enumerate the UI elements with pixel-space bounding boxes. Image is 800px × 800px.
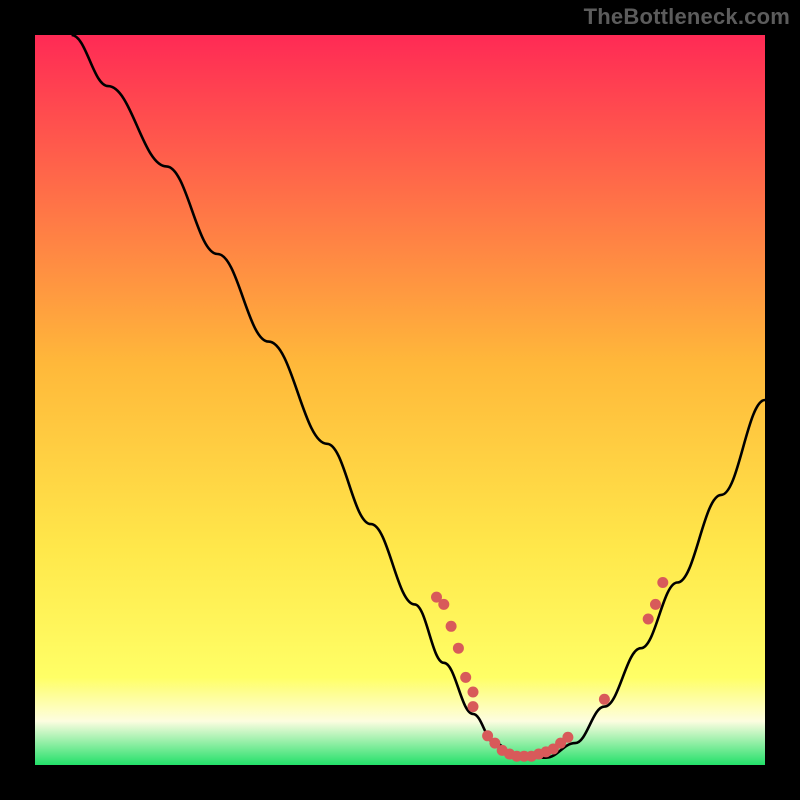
- data-point: [468, 687, 479, 698]
- plot-svg: [35, 35, 765, 765]
- data-point: [650, 599, 661, 610]
- data-point: [453, 643, 464, 654]
- watermark-text: TheBottleneck.com: [584, 4, 790, 30]
- data-point: [643, 614, 654, 625]
- data-point: [468, 701, 479, 712]
- data-point: [446, 621, 457, 632]
- chart-frame: TheBottleneck.com: [0, 0, 800, 800]
- plot-area: [35, 35, 765, 765]
- data-point: [562, 732, 573, 743]
- data-point: [431, 592, 442, 603]
- data-point: [599, 694, 610, 705]
- data-point: [657, 577, 668, 588]
- data-point: [460, 672, 471, 683]
